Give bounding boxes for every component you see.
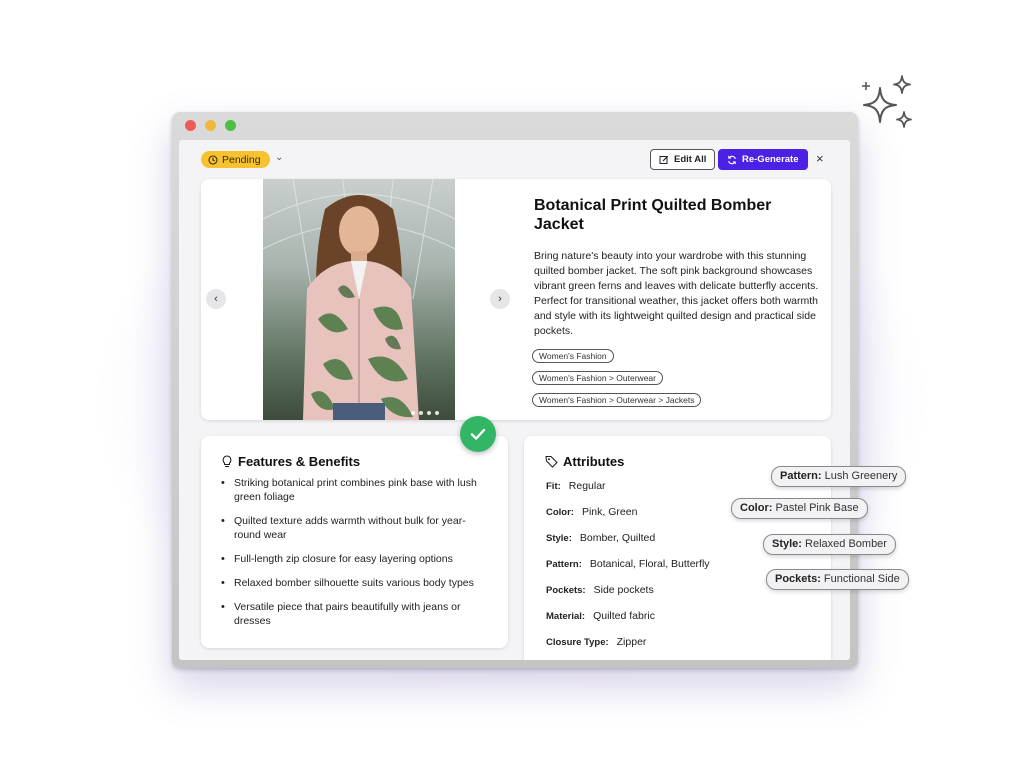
product-photo[interactable]	[263, 179, 455, 420]
features-heading: Features & Benefits	[221, 454, 360, 469]
carousel-prev-button[interactable]: ‹	[206, 289, 226, 309]
attribute-value: Quilted fabric	[593, 610, 655, 622]
attribute-row: Material: Quilted fabric	[546, 610, 655, 622]
carousel-dot[interactable]	[411, 411, 415, 415]
chip-value: Pastel Pink Base	[775, 502, 859, 514]
window-maximize-dot[interactable]	[225, 120, 236, 131]
category-tag[interactable]: Women's Fashion > Outerwear > Jackets	[532, 393, 702, 407]
attribute-key: Pattern:	[546, 559, 582, 570]
carousel-indicators	[411, 411, 439, 415]
regenerate-label: Re-Generate	[742, 154, 799, 165]
window-close-dot[interactable]	[185, 120, 196, 131]
chip-key: Pattern:	[780, 470, 822, 482]
tag-icon	[545, 455, 558, 468]
window-minimize-dot[interactable]	[205, 120, 216, 131]
attribute-row: Color: Pink, Green	[546, 506, 637, 518]
lightbulb-icon	[222, 455, 232, 468]
chip-key: Color:	[740, 502, 773, 514]
app-window: Pending ⌄ Edit All Re-Generate × ‹ › Bot…	[172, 112, 858, 668]
carousel-dot[interactable]	[435, 411, 439, 415]
carousel-dot[interactable]	[419, 411, 423, 415]
attribute-value: Pink, Green	[581, 506, 638, 518]
chevron-down-icon[interactable]: ⌄	[275, 152, 283, 163]
chip-key: Style:	[772, 538, 802, 550]
attribute-row: Pockets: Side pockets	[546, 584, 654, 596]
attribute-value: Regular	[568, 480, 606, 492]
attribute-chip-pockets[interactable]: Pockets: Functional Side	[766, 569, 909, 590]
check-icon	[470, 428, 486, 440]
status-label: Pending	[222, 153, 261, 166]
attribute-row: Fit: Regular	[546, 480, 606, 492]
attribute-key: Fit:	[546, 481, 561, 492]
attribute-chip-pattern[interactable]: Pattern: Lush Greenery	[771, 466, 907, 487]
feature-item: Striking botanical print combines pink b…	[221, 476, 491, 504]
attribute-key: Material:	[546, 611, 586, 622]
attribute-row: Closure Type: Zipper	[546, 636, 646, 648]
features-list: Striking botanical print combines pink b…	[221, 476, 491, 638]
attributes-title: Attributes	[563, 454, 625, 469]
chip-value: Lush Greenery	[824, 470, 898, 482]
status-dropdown[interactable]: Pending	[201, 151, 270, 168]
sparkles-icon	[862, 75, 912, 128]
product-title: Botanical Print Quilted Bomber Jacket	[534, 197, 772, 233]
attribute-key: Color:	[546, 507, 574, 518]
attributes-heading: Attributes	[545, 454, 624, 469]
features-title: Features & Benefits	[238, 454, 361, 469]
product-image-illustration	[263, 179, 455, 420]
edit-all-button[interactable]: Edit All	[650, 149, 716, 170]
close-icon[interactable]: ×	[816, 151, 824, 166]
product-review-panel: Pending ⌄ Edit All Re-Generate × ‹ › Bot…	[179, 140, 850, 660]
category-tag[interactable]: Women's Fashion > Outerwear	[532, 371, 663, 385]
attribute-key: Style:	[546, 533, 572, 544]
chip-value: Functional Side	[823, 573, 900, 585]
carousel-dot[interactable]	[427, 411, 431, 415]
feature-item: Versatile piece that pairs beautifully w…	[221, 600, 491, 628]
attribute-key: Closure Type:	[546, 637, 609, 648]
chevron-left-icon: ‹	[214, 293, 218, 305]
edit-icon	[659, 155, 669, 164]
attribute-value: Zipper	[616, 636, 647, 648]
attribute-row: Pattern: Botanical, Floral, Butterfly	[546, 558, 710, 570]
feature-item: Full-length zip closure for easy layerin…	[221, 552, 491, 566]
product-card: ‹ › Botanical Print Quilted Bomber Jacke…	[201, 179, 831, 420]
category-tag[interactable]: Women's Fashion	[532, 349, 614, 363]
carousel-next-button[interactable]: ›	[490, 289, 510, 309]
attribute-chip-color[interactable]: Color: Pastel Pink Base	[731, 498, 868, 519]
clock-icon	[208, 154, 218, 165]
approved-badge[interactable]	[460, 416, 496, 452]
attribute-value: Side pockets	[593, 584, 654, 596]
feature-item: Quilted texture adds warmth without bulk…	[221, 514, 491, 542]
product-description: Bring nature's beauty into your wardrobe…	[534, 250, 819, 337]
attribute-value: Botanical, Floral, Butterfly	[589, 558, 710, 570]
attribute-chip-style[interactable]: Style: Relaxed Bomber	[763, 534, 896, 555]
chip-value: Relaxed Bomber	[805, 538, 887, 550]
regenerate-button[interactable]: Re-Generate	[718, 149, 808, 170]
attribute-value: Bomber, Quilted	[579, 532, 656, 544]
attribute-row: Style: Bomber, Quilted	[546, 532, 655, 544]
feature-item: Relaxed bomber silhouette suits various …	[221, 576, 491, 590]
window-controls	[185, 120, 236, 131]
refresh-icon	[728, 155, 736, 164]
chevron-right-icon: ›	[498, 293, 502, 305]
features-card: Features & Benefits Striking botanical p…	[201, 436, 508, 648]
chip-key: Pockets:	[775, 573, 821, 585]
attribute-key: Pockets:	[546, 585, 586, 596]
edit-all-label: Edit All	[674, 154, 707, 165]
